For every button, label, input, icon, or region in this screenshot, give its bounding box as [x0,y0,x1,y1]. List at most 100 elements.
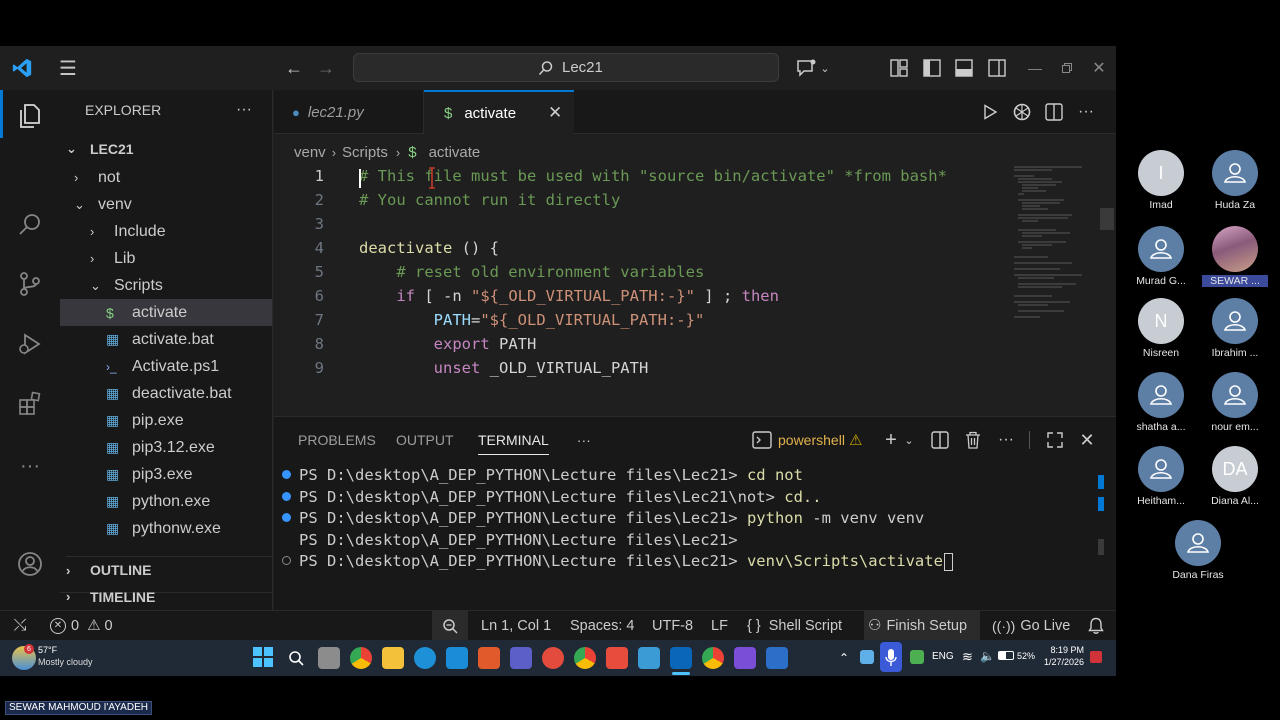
folder-not[interactable]: › not [60,164,272,191]
code-line[interactable]: export PATH [359,332,537,356]
close-panel-icon[interactable]: ✕ [1075,427,1099,453]
terminal-line[interactable]: PS D:\desktop\A_DEP_PYTHON\Lecture files… [282,529,738,551]
zoom-icon[interactable] [432,611,468,641]
close-tab-icon[interactable]: ✕ [548,103,562,123]
file-python-exe[interactable]: ▦ python.exe [60,488,272,515]
teams-icon[interactable] [510,647,532,669]
app-icon-monitor[interactable] [766,647,788,669]
extensions-icon[interactable] [14,388,46,420]
edge-icon[interactable] [414,647,436,669]
terminal-line[interactable]: PS D:\desktop\A_DEP_PYTHON\Lecture files… [282,550,953,572]
code-line[interactable]: # You cannot run it directly [359,188,620,212]
chrome-icon[interactable] [702,647,724,669]
close-window-icon[interactable]: ✕ [1088,56,1110,80]
timeline-section[interactable]: › TIMELINE [66,583,272,610]
taskbar-search-icon[interactable] [285,647,307,669]
forward-arrow-icon[interactable]: → [314,56,338,80]
split-editor-icon[interactable] [1042,100,1066,124]
customize-layout-icon[interactable] [888,56,910,80]
code-line[interactable]: deactivate () { [359,236,499,260]
bell-icon[interactable] [1084,614,1108,638]
microphone-icon[interactable] [880,642,902,672]
terminal-line[interactable]: PS D:\desktop\A_DEP_PYTHON\Lecture files… [282,464,803,486]
editor-more-icon[interactable]: ··· [1074,100,1098,124]
file-pythonw-exe[interactable]: ▦ pythonw.exe [60,515,272,542]
problems-status[interactable]: ✕ 0 ⚠ 0 [50,611,113,641]
copilot-chat-icon[interactable] [794,56,820,80]
tab-output[interactable]: OUTPUT [396,425,478,455]
minimize-icon[interactable]: — [1024,56,1046,80]
clock-date[interactable]: 1/27/2026 [1036,657,1084,667]
app-icon-red-2[interactable] [606,647,628,669]
toggle-panel-icon[interactable] [953,56,975,80]
explorer-icon[interactable] [14,100,46,132]
chevron-down-icon[interactable]: ⌄ [902,429,916,451]
maximize-panel-icon[interactable] [1043,427,1067,453]
windows-start-icon[interactable] [253,647,273,667]
task-view-icon[interactable] [318,647,340,669]
file-deactivate-bat[interactable]: ▦ deactivate.bat [60,380,272,407]
code-editor[interactable]: 1 2 3 4 5 6 7 8 9 # This file must be used with … [274,164,1116,416]
wifi-icon[interactable]: ≋ [962,649,973,665]
tab-lec21-py[interactable]: ● lec21.py [274,90,424,134]
chevron-up-icon[interactable]: ⌃ [836,647,852,669]
participant-tile[interactable]: nour em... [1190,372,1280,433]
chevron-down-icon[interactable]: ⌄ [818,58,832,78]
run-icon[interactable] [978,100,1002,124]
root-folder-lec21[interactable]: ⌄ LEC21 [66,135,272,162]
participant-tile[interactable]: DA Diana Al... [1190,446,1280,507]
volume-icon[interactable]: 🔈 [980,649,995,663]
app-icon-red[interactable] [542,647,564,669]
app-icon-purple[interactable] [734,647,756,669]
split-terminal-icon[interactable] [928,427,952,453]
participant-tile[interactable]: Dana Firas [1153,520,1243,581]
outline-section[interactable]: › OUTLINE [66,556,272,583]
explorer-more-icon[interactable]: ··· [232,98,256,122]
code-line[interactable]: PATH="${_OLD_VIRTUAL_PATH:-}" [359,308,705,332]
chrome-icon[interactable] [574,647,596,669]
remote-icon[interactable]: ⤯ [8,614,32,638]
tray-icon-green[interactable] [910,650,924,664]
trash-icon[interactable] [961,427,985,453]
participant-tile[interactable]: SEWAR ... [1190,226,1280,287]
run-debug-icon[interactable] [14,328,46,360]
editor-scrollbar-thumb[interactable] [1100,208,1114,230]
menu-icon[interactable]: ☰ [56,56,80,80]
file-pip3-exe[interactable]: ▦ pip3.exe [60,461,272,488]
language-mode[interactable]: { } Shell Script [747,611,842,641]
store-icon[interactable] [446,647,468,669]
file-explorer-icon[interactable] [382,647,404,669]
code-line[interactable]: # reset old environment variables [359,260,704,284]
panel-more-icon[interactable]: ··· [577,425,591,455]
terminal-line[interactable]: PS D:\desktop\A_DEP_PYTHON\Lecture files… [282,507,924,529]
restore-icon[interactable] [1056,56,1078,80]
encoding[interactable]: UTF-8 [652,611,693,641]
terminal-line[interactable]: PS D:\desktop\A_DEP_PYTHON\Lecture files… [282,486,822,508]
code-line[interactable]: if [ -n "${_OLD_VIRTUAL_PATH:-}" ] ; the… [359,284,779,308]
tray-icon[interactable] [860,650,874,664]
clock-time[interactable]: 8:19 PM [1044,645,1084,655]
code-line[interactable]: unset _OLD_VIRTUAL_PATH [359,356,649,380]
file-activate[interactable]: $ activate [60,299,272,326]
breadcrumb-item[interactable]: activate [429,144,481,161]
terminal-shell-selector[interactable]: powershell ⚠ [752,427,862,453]
minimap[interactable] [1012,164,1098,324]
go-live-button[interactable]: ((·)) Go Live [992,611,1070,641]
folder-lib[interactable]: › Lib [60,245,272,272]
toggle-secondary-sidebar-icon[interactable] [986,56,1008,80]
file-activate-ps1[interactable]: ›_ Activate.ps1 [60,353,272,380]
terminal-more-icon[interactable]: ··· [994,427,1018,453]
notification-icon[interactable] [1090,651,1102,663]
battery-icon[interactable] [998,651,1014,660]
file-pip-exe[interactable]: ▦ pip.exe [60,407,272,434]
tab-activate[interactable]: $ activate ✕ [424,90,574,134]
terminal-scrollbar-thumb[interactable] [1098,539,1104,555]
folder-venv[interactable]: ⌄ venv [60,191,272,218]
code-content[interactable]: # This file must be used with "source bi… [359,164,999,416]
command-center-search[interactable]: Lec21 [353,53,779,82]
more-icon[interactable]: ··· [14,450,46,482]
participant-tile[interactable]: Huda Za [1190,150,1280,211]
language-indicator[interactable]: ENG [932,651,954,662]
breadcrumb-item[interactable]: venv [294,144,326,161]
terminal-output[interactable]: PS D:\desktop\A_DEP_PYTHON\Lecture files… [282,464,1094,604]
